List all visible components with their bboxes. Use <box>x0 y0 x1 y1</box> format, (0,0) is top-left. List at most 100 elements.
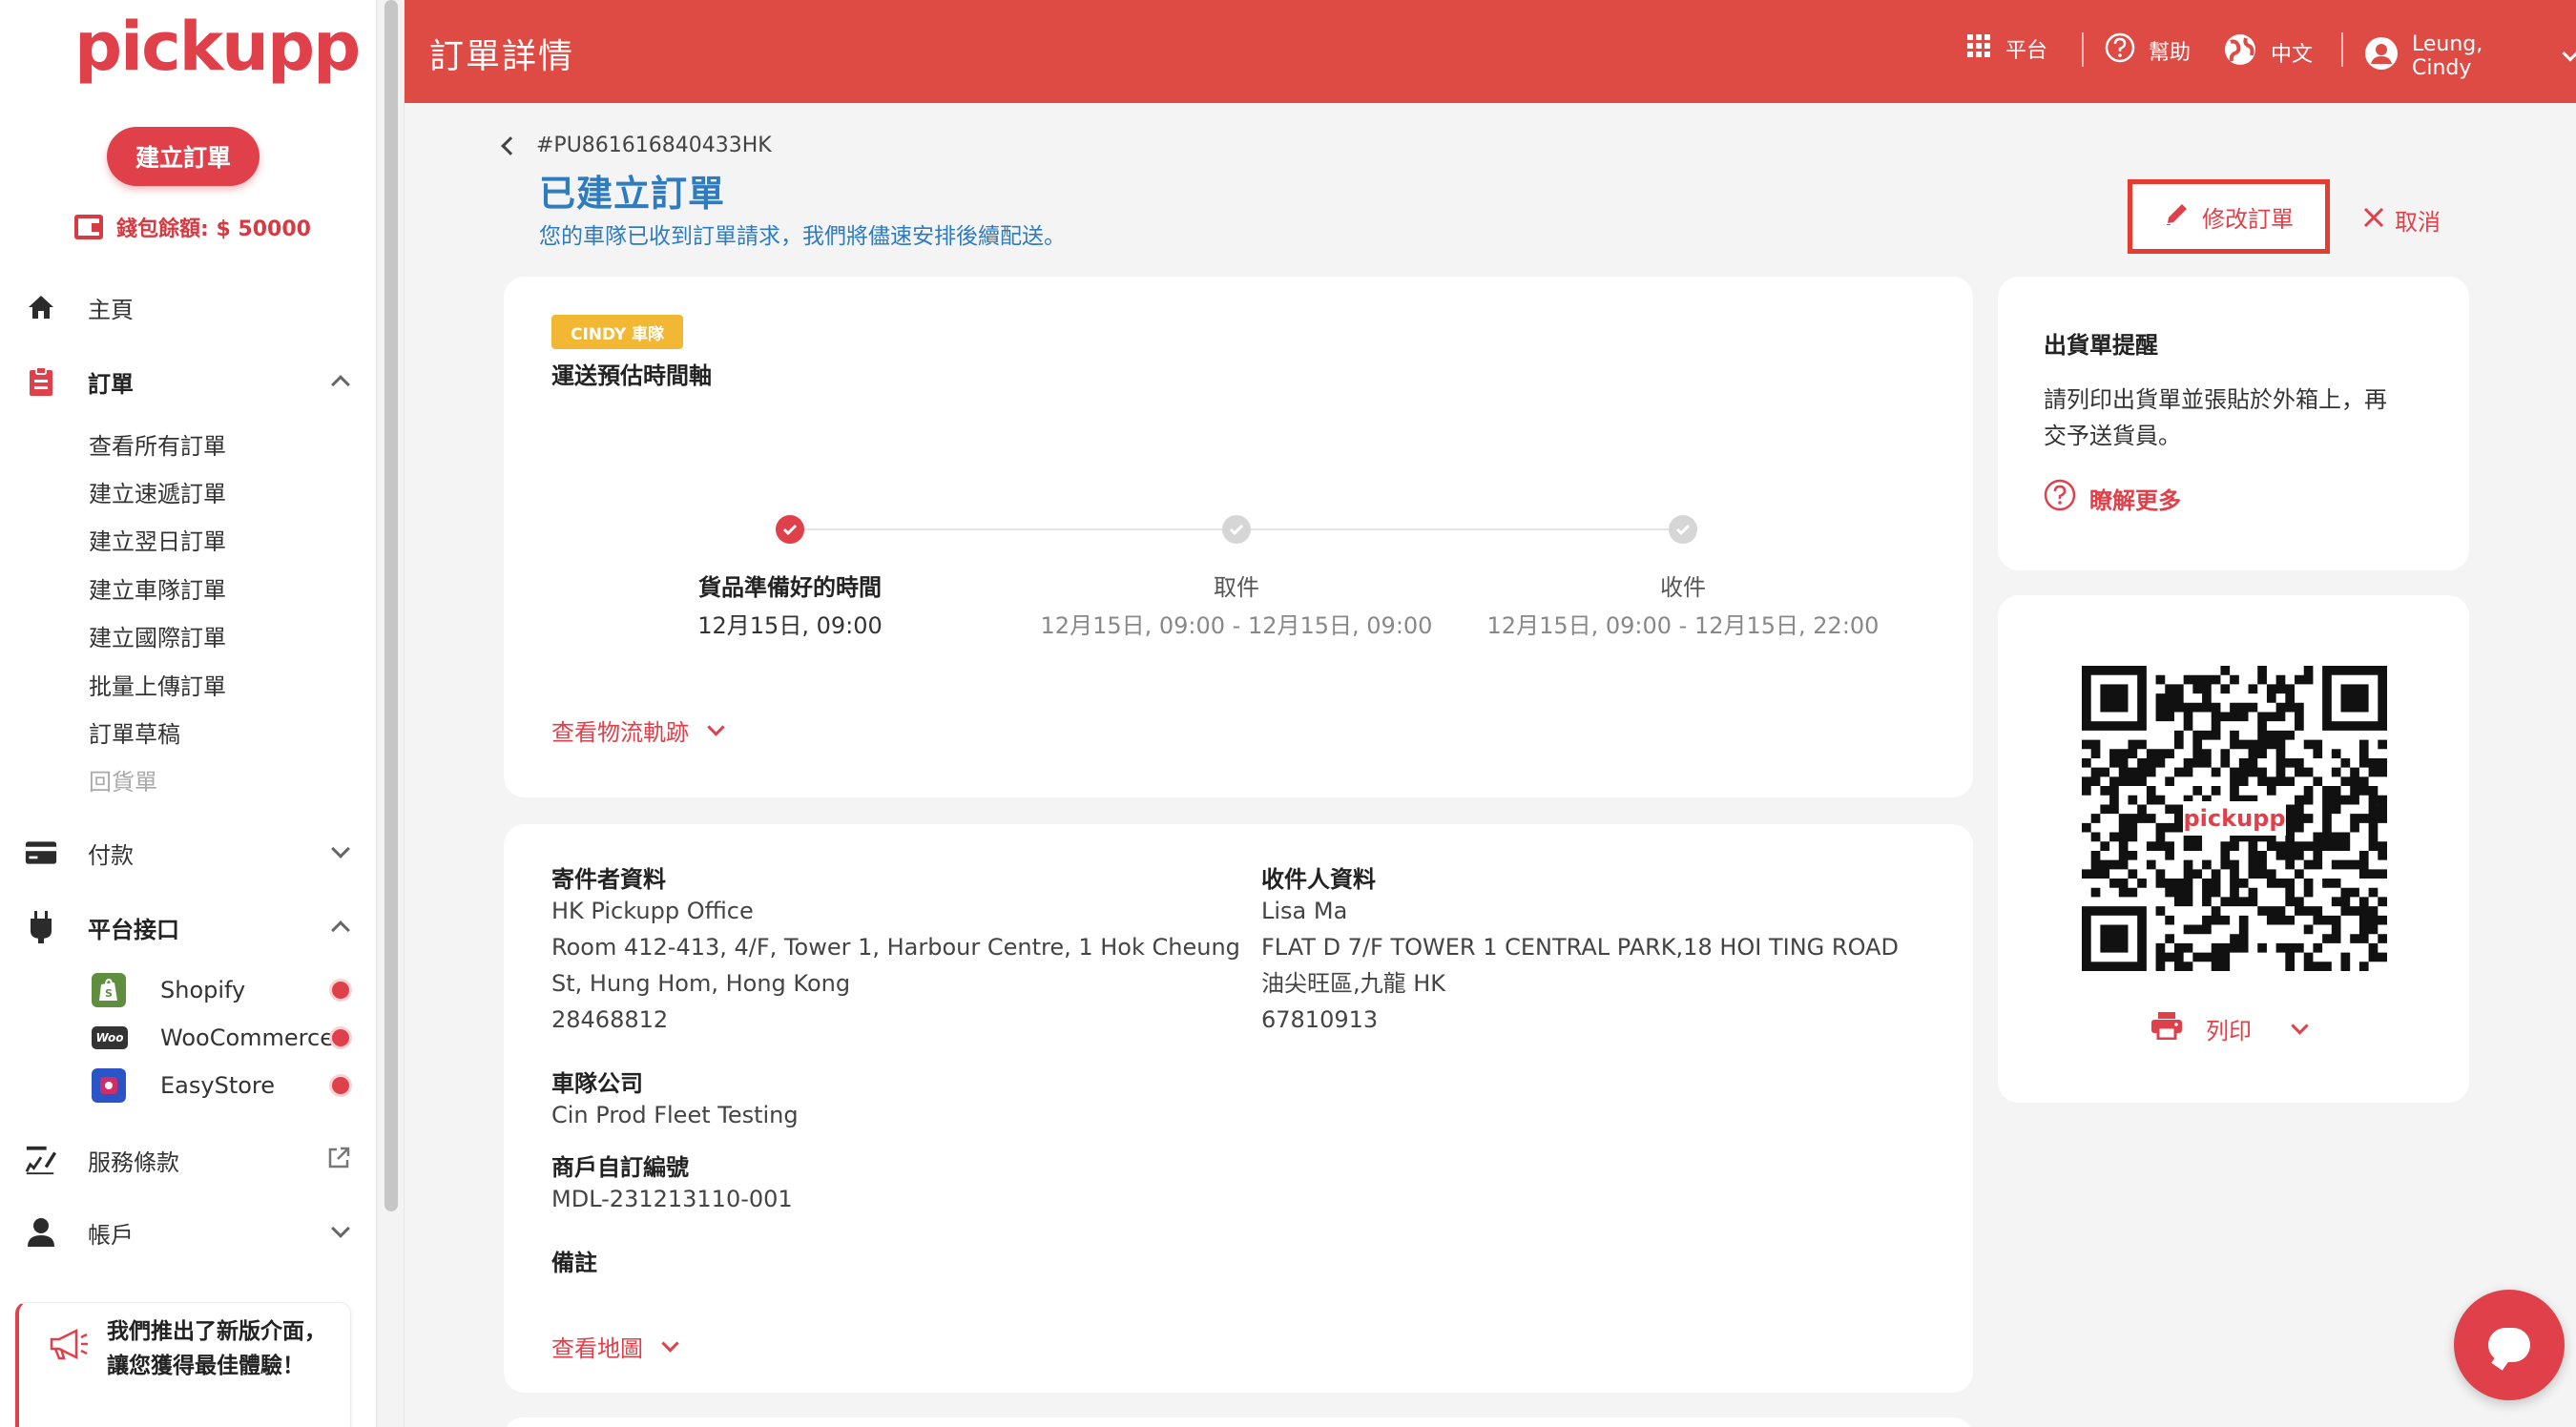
divider <box>2082 32 2084 67</box>
sidebar: pickupp 建立訂單 錢包餘額: $ 50000 主頁 訂單 查看所有訂單 … <box>0 0 376 1427</box>
reminder-text-line1: 請列印出貨單並張貼於外箱上，再 <box>2044 386 2387 413</box>
cancel-order-label: 取消 <box>2395 209 2441 236</box>
view-map-link[interactable]: 查看地圖 <box>551 1330 679 1363</box>
document-signature-icon <box>25 1144 57 1176</box>
chevron-down-icon <box>2562 45 2576 62</box>
label-reminder-card: 出貨單提醒 請列印出貨單並張貼於外箱上，再 交予送貨員。 瞭解更多 <box>1998 277 2469 570</box>
nav-bulk-upload-orders[interactable]: 批量上傳訂單 <box>89 668 226 701</box>
nav-view-all-orders[interactable]: 查看所有訂單 <box>89 427 226 461</box>
user-icon <box>25 1216 57 1249</box>
check-circle-icon <box>1222 515 1251 544</box>
timeline-step-pickup-time: 12月15日, 09:00 - 12月15日, 09:00 <box>1040 612 1433 639</box>
timeline-step-delivery-label: 收件 <box>1660 574 1706 601</box>
chat-widget-button[interactable] <box>2454 1290 2565 1400</box>
nav-create-express-order[interactable]: 建立速遞訂單 <box>89 475 226 508</box>
edit-order-label: 修改訂單 <box>2202 205 2294 233</box>
wallet-balance-label: 錢包餘額: $ 50000 <box>116 217 311 241</box>
fleet-tag: CINDY 車隊 <box>551 315 684 349</box>
easystore-icon <box>92 1068 126 1103</box>
status-dot <box>332 1029 349 1046</box>
timeline-step-ready-time: 12月15日, 09:00 <box>697 612 883 639</box>
language-label: 中文 <box>2271 43 2314 67</box>
sender-address-line1: Room 412-413, 4/F, Tower 1, Harbour Cent… <box>551 934 1240 961</box>
learn-more-link[interactable]: 瞭解更多 <box>2044 479 2181 517</box>
qr-logo: pickupp <box>2183 801 2286 836</box>
nav-home[interactable]: 主頁 <box>0 279 376 336</box>
nav-terms-label: 服務條款 <box>88 1148 179 1176</box>
chevron-down-icon <box>2291 1016 2309 1035</box>
timeline-step-delivery-time: 12月15日, 09:00 - 12月15日, 22:00 <box>1486 612 1880 639</box>
user-name: Leung, Cindy <box>2412 32 2483 80</box>
user-menu[interactable]: Leung, Cindy <box>2364 32 2576 80</box>
sender-heading: 寄件者資料 <box>551 866 666 893</box>
sender-phone: 28468812 <box>551 1006 669 1033</box>
platform-easystore-label: EasyStore <box>160 1072 276 1099</box>
nav-terms[interactable]: 服務條款 <box>0 1131 376 1189</box>
promo-text: 我們推出了新版介面，讓您獲得最佳體驗！ <box>107 1319 326 1378</box>
wallet-balance[interactable]: 錢包餘額: $ 50000 <box>74 212 311 242</box>
nav-orders-label: 訂單 <box>88 370 134 398</box>
clipboard-icon <box>25 365 57 398</box>
view-tracking-link[interactable]: 查看物流軌跡 <box>551 714 725 747</box>
sidebar-scrollbar[interactable] <box>376 0 405 1427</box>
platform-woocommerce[interactable]: Woo WooCommerce <box>92 1019 349 1057</box>
order-id: #PU861616840433HK <box>536 134 772 157</box>
nav-home-label: 主頁 <box>88 296 134 323</box>
cancel-order-button[interactable]: 取消 <box>2362 203 2441 237</box>
receiver-heading: 收件人資料 <box>1261 866 1376 893</box>
view-tracking-label: 查看物流軌跡 <box>551 719 689 746</box>
language-menu[interactable]: 中文 <box>2223 32 2313 72</box>
reminder-text-line2: 交予送貨員。 <box>2044 423 2181 449</box>
receiver-address-line1: FLAT D 7/F TOWER 1 CENTRAL PARK,18 HOI T… <box>1261 934 1899 961</box>
nav-account[interactable]: 帳戶 <box>0 1204 376 1261</box>
print-button[interactable]: 列印 <box>2150 1011 2309 1045</box>
platform-woocommerce-label: WooCommerce <box>160 1024 334 1051</box>
edit-order-button[interactable]: 修改訂單 <box>2128 179 2330 254</box>
printer-icon <box>2150 1011 2183 1045</box>
learn-more-label: 瞭解更多 <box>2089 486 2181 514</box>
new-ui-promo-banner[interactable]: 我們推出了新版介面，讓您獲得最佳體驗！ <box>15 1302 351 1427</box>
remark-heading: 備註 <box>551 1250 597 1276</box>
divider <box>2341 32 2343 67</box>
scrollbar-thumb[interactable] <box>384 0 398 1211</box>
nav-payment[interactable]: 付款 <box>0 824 376 881</box>
woocommerce-icon: Woo <box>92 1026 128 1049</box>
nav-create-international-order[interactable]: 建立國際訂單 <box>89 619 226 652</box>
create-order-button[interactable]: 建立訂單 <box>107 127 260 186</box>
svg-text:S: S <box>105 987 113 1000</box>
plug-icon <box>25 911 57 943</box>
question-circle-icon <box>2044 479 2076 517</box>
nav-create-fleet-order[interactable]: 建立車隊訂單 <box>89 571 226 605</box>
chevron-down-icon <box>331 839 350 858</box>
wallet-icon <box>74 215 103 239</box>
chevron-up-icon <box>331 920 350 940</box>
fleet-heading: 車隊公司 <box>551 1070 643 1097</box>
platform-shopify-label: Shopify <box>160 977 246 1003</box>
platform-easystore[interactable]: EasyStore <box>92 1066 349 1105</box>
nav-create-next-day-order[interactable]: 建立翌日訂單 <box>89 523 226 556</box>
nav-orders[interactable]: 訂單 <box>0 353 376 410</box>
home-icon <box>25 291 57 323</box>
order-status-subtitle: 您的車隊已收到訂單請求，我們將儘速安排後續配送。 <box>539 224 1066 249</box>
help-menu[interactable]: 幫助 <box>2105 32 2191 69</box>
back-to-orders[interactable]: #PU861616840433HK <box>501 134 772 157</box>
nav-account-label: 帳戶 <box>88 1221 134 1249</box>
pickupp-logo[interactable]: pickupp <box>74 8 361 86</box>
nav-platforms[interactable]: 平台接口 <box>0 899 376 956</box>
fleet-company: Cin Prod Fleet Testing <box>551 1102 799 1128</box>
timeline-connector <box>790 528 1236 530</box>
top-header: 訂單詳情 平台 幫助 中文 Leung, Cindy <box>405 0 2576 103</box>
nav-return-orders: 回貨單 <box>89 769 157 796</box>
receiver-address-line2: 油尖旺區,九龍 HK <box>1261 970 1446 997</box>
page-title: 訂單詳情 <box>429 37 575 76</box>
globe-icon <box>2223 32 2257 72</box>
pencil-icon <box>2164 200 2191 233</box>
timeline-connector <box>1236 528 1683 530</box>
platform-shopify[interactable]: S Shopify <box>92 971 349 1009</box>
platform-menu[interactable]: 平台 <box>1965 32 2047 65</box>
receiver-name: Lisa Ma <box>1261 898 1348 924</box>
nav-order-drafts[interactable]: 訂單草稿 <box>89 715 180 749</box>
grid-icon <box>1965 32 1992 65</box>
reminder-title: 出貨單提醒 <box>2044 332 2158 359</box>
user-circle-icon <box>2364 36 2399 76</box>
